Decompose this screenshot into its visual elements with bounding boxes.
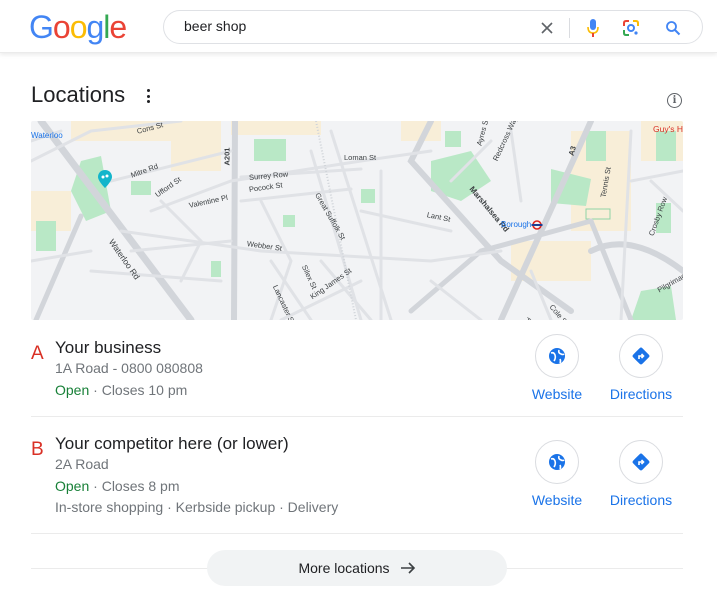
location-address: 1A Road - 0800 080808 xyxy=(55,360,203,376)
map-base xyxy=(31,121,683,320)
section-title: Locations xyxy=(31,82,126,107)
microphone-icon[interactable] xyxy=(582,17,604,39)
logo-letter: G xyxy=(29,9,54,45)
logo-letter: o xyxy=(69,9,88,45)
website-label: Website xyxy=(531,492,583,508)
location-hours: Open · Closes 10 pm xyxy=(55,382,187,398)
separator: · xyxy=(93,478,98,494)
open-status: Open xyxy=(55,478,90,494)
closing-time: Closes 10 pm xyxy=(101,382,188,398)
directions-icon xyxy=(632,347,650,365)
logo-letter: o xyxy=(52,9,71,45)
map-label: Loman St xyxy=(344,153,377,162)
map-label: A201 xyxy=(222,147,232,166)
directions-button[interactable]: Directions xyxy=(601,334,681,402)
divider xyxy=(31,416,683,417)
location-name[interactable]: Your business xyxy=(55,338,161,358)
search-input[interactable] xyxy=(184,18,524,34)
google-logo[interactable]: Google xyxy=(29,9,127,46)
location-hours: Open · Closes 8 pm xyxy=(55,478,180,494)
info-icon[interactable]: i xyxy=(667,93,682,108)
directions-label: Directions xyxy=(609,492,673,508)
map[interactable]: Waterloo Cons St Mitre Rd Ufford St Vale… xyxy=(31,121,683,320)
directions-label: Directions xyxy=(609,386,673,402)
clear-icon[interactable] xyxy=(536,17,558,39)
search-divider xyxy=(569,18,570,38)
location-item[interactable]: A Your business 1A Road - 0800 080808 Op… xyxy=(31,334,683,416)
map-label: Waterloo xyxy=(31,131,63,140)
location-services: In-store shopping · Kerbside pickup · De… xyxy=(55,499,339,515)
more-vert-icon[interactable] xyxy=(142,86,154,106)
website-label: Website xyxy=(531,386,583,402)
divider xyxy=(31,533,683,534)
location-letter: A xyxy=(31,343,44,364)
more-locations-button[interactable]: More locations xyxy=(207,550,507,586)
search-icon[interactable] xyxy=(662,17,684,39)
location-name[interactable]: Your competitor here (or lower) xyxy=(55,434,289,454)
location-letter: B xyxy=(31,439,44,460)
logo-letter: g xyxy=(86,9,104,45)
search-header: Google xyxy=(0,0,717,53)
website-button[interactable]: Website xyxy=(517,334,597,402)
closing-time: Closes 8 pm xyxy=(101,478,180,494)
map-label: Guy's H xyxy=(653,124,683,134)
search-box[interactable] xyxy=(163,10,703,44)
logo-letter: e xyxy=(109,9,127,45)
location-address: 2A Road xyxy=(55,456,109,472)
location-item[interactable]: B Your competitor here (or lower) 2A Roa… xyxy=(31,432,683,532)
arrow-right-icon xyxy=(400,562,415,574)
map-label: Borough xyxy=(501,220,532,229)
website-button[interactable]: Website xyxy=(517,440,597,508)
open-status: Open xyxy=(55,382,90,398)
directions-icon xyxy=(632,453,650,471)
more-locations-label: More locations xyxy=(298,560,390,576)
separator: · xyxy=(93,382,98,398)
google-lens-icon[interactable] xyxy=(620,17,642,39)
directions-button[interactable]: Directions xyxy=(601,440,681,508)
globe-icon xyxy=(549,348,565,364)
globe-icon xyxy=(549,454,565,470)
